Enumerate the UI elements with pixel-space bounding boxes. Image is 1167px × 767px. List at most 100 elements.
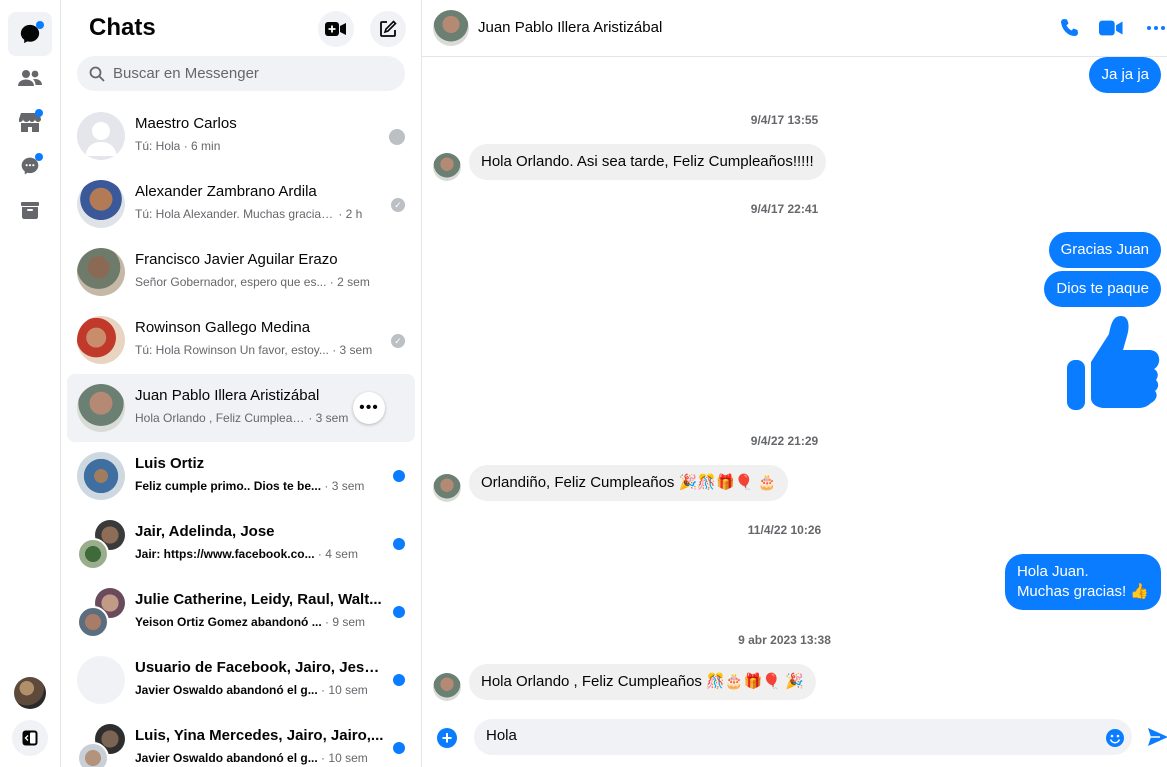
rail-requests-button[interactable] (8, 144, 52, 188)
new-message-button[interactable] (370, 11, 406, 47)
conversation-item[interactable]: Francisco Javier Aguilar Erazo Señor Gob… (67, 238, 415, 306)
timestamp: 9/4/22 21:29 (750, 434, 819, 448)
conversation-item[interactable]: Julie Catherine, Leidy, Raul, Walt... Ye… (67, 578, 415, 646)
conversation-time: 10 sem (328, 683, 368, 697)
conversation-preview: Tú: Hola Rowinson Un favor, estoy... (135, 343, 329, 357)
like-sticker[interactable] (1065, 314, 1161, 417)
conversation-time: 2 sem (337, 275, 370, 289)
messenger-app: Chats Maestro Carlos Tú: Hola (0, 0, 1167, 767)
rail-archive-button[interactable] (8, 188, 52, 232)
search-icon (89, 66, 105, 82)
conversation-preview: Tú: Hola (135, 139, 181, 153)
incoming-message[interactable]: Hola Orlando. Asi sea tarde, Feliz Cumpl… (469, 144, 826, 180)
toggle-sidebar-button[interactable] (12, 720, 48, 756)
conversation-time: 4 sem (325, 547, 358, 561)
conversation-preview: Javier Oswaldo abandonó el g... (135, 751, 318, 765)
conversation-time: 10 sem (328, 751, 368, 765)
rail-marketplace-button[interactable] (8, 100, 52, 144)
conversation-item[interactable]: Usuario de Facebook, Jairo, Jesu... Javi… (67, 646, 415, 714)
contact-avatar[interactable] (433, 10, 469, 46)
conversation-time: 3 sem (331, 479, 365, 493)
avatar (77, 112, 125, 160)
conversation-time: 3 sem (339, 343, 373, 357)
chats-title: Chats (89, 14, 156, 41)
emoji-button[interactable] (1105, 728, 1125, 753)
people-icon (18, 70, 42, 86)
message-composer: + (422, 710, 1167, 767)
conversation-item[interactable]: Luis Ortiz Feliz cumple primo.. Dios te … (67, 442, 415, 510)
avatar (77, 248, 125, 296)
marketplace-badge (35, 109, 43, 117)
conversation-name: Julie Catherine, Leidy, Raul, Walt... (135, 591, 382, 608)
timestamp: 9/4/17 13:55 (750, 113, 819, 127)
message-list: Ja ja ja 9/4/17 13:55 Hola Orlando. Asi … (422, 57, 1167, 707)
avatar (77, 656, 125, 704)
conversation-item[interactable]: Jair, Adelinda, Jose Jair: https://www.f… (67, 510, 415, 578)
conversation-item[interactable]: Alexander Zambrano Ardila Tú: Hola Alexa… (67, 170, 415, 238)
search-input[interactable] (113, 65, 393, 82)
search-bar[interactable] (77, 56, 405, 91)
thumbs-up-icon (1067, 316, 1160, 410)
contact-avatar-small (433, 153, 461, 181)
chats-badge (36, 21, 44, 29)
conversation-name: Alexander Zambrano Ardila (135, 183, 317, 200)
conversation-preview: Hola Orlando , Feliz Cumpleaños ... (135, 411, 305, 425)
conversation-preview: Feliz cumple primo.. Dios te be... (135, 479, 322, 493)
outgoing-message[interactable]: Gracias Juan (1048, 232, 1161, 268)
conversation-pane: Juan Pablo Illera Aristizábal Ja ja ja 9… (422, 0, 1167, 767)
unread-dot (393, 606, 405, 618)
more-actions-button[interactable]: + (437, 728, 457, 748)
compose-icon (380, 20, 397, 37)
conversation-item-active[interactable]: Juan Pablo Illera Aristizábal Hola Orlan… (67, 374, 415, 442)
timestamp: 11/4/22 10:26 (747, 523, 822, 537)
conversation-name: Francisco Javier Aguilar Erazo (135, 251, 338, 268)
outgoing-message[interactable]: Ja ja ja (1089, 57, 1161, 93)
rail-chats-button[interactable] (8, 12, 52, 56)
message-input[interactable] (486, 727, 1086, 744)
avatar (77, 180, 125, 228)
more-horizontal-icon (1147, 26, 1165, 30)
conversation-name: Luis Ortiz (135, 455, 205, 472)
timestamp: 9 abr 2023 13:38 (738, 633, 831, 647)
message-input-box[interactable] (474, 719, 1132, 755)
incoming-message[interactable]: Orlandiño, Feliz Cumpleaños 🎉🎊🎁🎈 🎂 (469, 465, 789, 501)
video-camera-icon (1099, 20, 1123, 36)
conversation-options-button[interactable]: ••• (353, 392, 385, 424)
conversation-item[interactable]: Rowinson Gallego Medina Tú: Hola Rowinso… (67, 306, 415, 374)
timestamp: 9/4/17 22:41 (750, 202, 819, 216)
conversation-time: 3 sem (315, 411, 349, 425)
plus-icon: + (441, 728, 453, 748)
seen-avatar-icon (389, 129, 405, 145)
outgoing-message[interactable]: Hola Juan. Muchas gracias! 👍 (1004, 554, 1161, 610)
conversation-item[interactable]: Maestro Carlos Tú: Hola · 6 min (67, 102, 415, 170)
contact-avatar-small (433, 474, 461, 502)
conversation-name: Luis, Yina Mercedes, Jairo, Jairo,... (135, 727, 384, 744)
conversation-preview: Jair: https://www.facebook.co... (135, 547, 315, 561)
profile-avatar[interactable] (14, 677, 46, 709)
conversation-preview: Señor Gobernador, espero que es... (135, 275, 327, 289)
group-avatar (77, 520, 125, 570)
video-call-button[interactable] (1099, 16, 1123, 40)
conversation-preview: Tú: Hola Alexander. Muchas gracias ... (135, 207, 335, 221)
contact-name[interactable]: Juan Pablo Illera Aristizábal (478, 19, 662, 36)
conversation-name: Usuario de Facebook, Jairo, Jesu... (135, 659, 385, 676)
smiley-icon (1106, 729, 1124, 747)
incoming-message[interactable]: Hola Orlando , Feliz Cumpleaños 🎊🎂🎁🎈 🎉 (469, 664, 816, 700)
conversation-info-button[interactable] (1144, 16, 1167, 40)
unread-dot (393, 674, 405, 686)
more-icon: ••• (359, 399, 379, 416)
send-button[interactable] (1147, 727, 1167, 752)
sent-check-icon: ✓ (391, 198, 405, 212)
audio-call-button[interactable] (1058, 16, 1082, 40)
chats-panel: Chats Maestro Carlos Tú: Hola (61, 0, 422, 767)
outgoing-message[interactable]: Dios te paque (1044, 271, 1161, 307)
conversation-name: Rowinson Gallego Medina (135, 319, 311, 336)
send-icon (1148, 728, 1167, 746)
rail-people-button[interactable] (8, 56, 52, 100)
conversation-time: 2 h (345, 207, 363, 221)
conversation-name: Juan Pablo Illera Aristizábal (135, 387, 320, 404)
unread-dot (393, 742, 405, 754)
conversation-item[interactable]: Luis, Yina Mercedes, Jairo, Jairo,... Ja… (67, 714, 415, 767)
video-plus-icon (325, 22, 346, 36)
new-room-button[interactable] (318, 11, 354, 47)
